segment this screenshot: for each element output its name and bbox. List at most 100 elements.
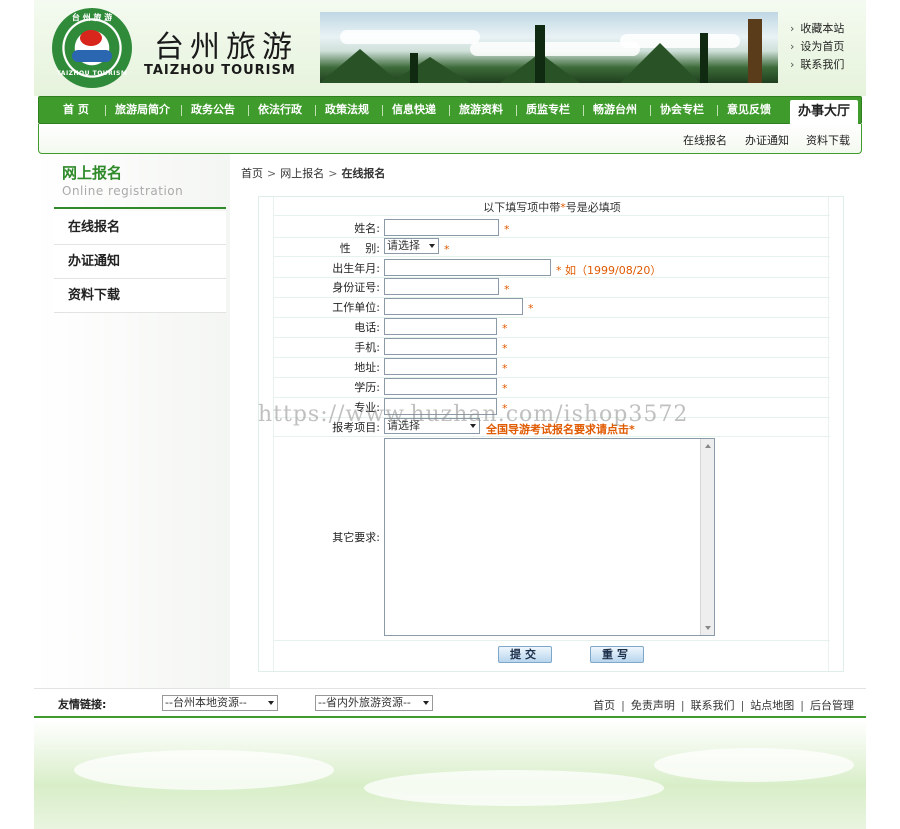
work-unit-input[interactable]: [384, 298, 523, 315]
row-divider: [274, 357, 830, 358]
nav-item-announcements[interactable]: 政务公告: [191, 97, 235, 123]
id-required-star: *: [504, 283, 510, 296]
row-divider: [274, 377, 830, 378]
top-link-contact[interactable]: 联系我们: [790, 56, 844, 74]
logo-ring-top-text: 台 州 旅 游: [71, 13, 113, 22]
gender-select-value: 请选择: [387, 239, 420, 252]
mobile-label: 手机:: [354, 341, 380, 354]
phone-input[interactable]: [384, 318, 497, 335]
phone-label: 电话:: [354, 321, 380, 334]
textarea-scrollbar[interactable]: [700, 439, 714, 635]
banner-tree: [748, 19, 762, 83]
local-resources-select-value: --台州本地资源--: [165, 696, 247, 709]
footer-link-disclaimer[interactable]: 免责声明: [631, 699, 675, 712]
footer-link-home[interactable]: 首页: [593, 699, 615, 712]
banner-tree: [410, 53, 418, 83]
birth-label: 出生年月:: [332, 262, 380, 275]
nav-item-bureau-intro[interactable]: 旅游局简介: [115, 97, 170, 123]
nav-item-service-hall-active[interactable]: 办事大厅: [789, 99, 859, 127]
brand-title-en: TAIZHOU TOURISM: [144, 63, 296, 78]
subnav-item-certificate-notice[interactable]: 办证通知: [745, 132, 789, 148]
birth-input[interactable]: [384, 259, 551, 276]
reset-button[interactable]: 重写: [590, 646, 644, 663]
nav-item-resources[interactable]: 旅游资料: [459, 97, 503, 123]
nav-separator: [717, 105, 718, 116]
footer-separator: |: [740, 699, 745, 712]
brand-title-cn: 台州旅游: [154, 30, 298, 65]
address-label: 地址:: [354, 361, 380, 374]
required-notice-text: 以下填写项中带: [483, 201, 561, 214]
banner-mountain: [390, 57, 470, 83]
breadcrumb-online-registration[interactable]: 网上报名: [280, 167, 324, 180]
subnav-item-online-registration[interactable]: 在线报名: [683, 132, 727, 148]
banner-tree: [700, 33, 708, 83]
chevron-down-icon: [268, 701, 274, 705]
row-divider: [274, 215, 830, 216]
footer-link-sitemap[interactable]: 站点地图: [750, 699, 794, 712]
required-notice: 以下填写项中带*号是必填项: [274, 199, 830, 215]
tourism-resources-select[interactable]: --省内外旅游资源--: [315, 695, 433, 711]
nav-item-news[interactable]: 信息快递: [392, 97, 436, 123]
address-input[interactable]: [384, 358, 497, 375]
scroll-down-icon[interactable]: [705, 626, 711, 630]
gender-required-star: *: [444, 243, 450, 256]
submit-button[interactable]: 提交: [498, 646, 552, 663]
nav-separator: [650, 105, 651, 116]
sidebar-item-certificate-notice[interactable]: 办证通知: [54, 245, 226, 279]
logo-ring-bottom-text: TAIZHOU TOURISM: [56, 70, 128, 77]
page-frame: 台 州 旅 游 TAIZHOU TOURISM 台州旅游 TAIZHOU TOU…: [34, 0, 866, 829]
footer-separator: |: [621, 699, 625, 712]
id-number-input[interactable]: [384, 278, 499, 295]
nav-item-law-admin[interactable]: 依法行政: [258, 97, 302, 123]
work-required-star: *: [528, 302, 534, 315]
scroll-up-icon[interactable]: [705, 444, 711, 448]
footer-cloud: [74, 750, 334, 790]
nav-separator: [181, 105, 182, 116]
name-required-star: *: [504, 223, 510, 236]
friend-links-label: 友情链接:: [58, 698, 107, 711]
gender-select[interactable]: 请选择: [384, 238, 439, 254]
nav-item-quality[interactable]: 质监专栏: [526, 97, 570, 123]
other-requirements-textarea[interactable]: [384, 438, 715, 636]
nav-separator: [248, 105, 249, 116]
site-logo[interactable]: 台 州 旅 游 TAIZHOU TOURISM: [52, 8, 132, 88]
nav-item-feedback[interactable]: 意见反馈: [727, 97, 771, 123]
nav-separator: [315, 105, 316, 116]
row-divider: [274, 277, 830, 278]
nav-item-tour-taizhou[interactable]: 畅游台州: [593, 97, 637, 123]
registration-form: 以下填写项中带*号是必填项 姓名: * 性 别: 请选择 * 出生年月: * 如…: [258, 196, 844, 672]
row-divider: [274, 436, 830, 437]
main-nav: 首 页 旅游局简介 政务公告 依法行政 政策法规 信息快递 旅游资料 质监专栏 …: [38, 96, 862, 127]
row-divider: [274, 337, 830, 338]
footer-background: [34, 720, 866, 829]
logo-wave-icon: [72, 50, 112, 62]
breadcrumb: 首页 > 网上报名 > 在线报名: [241, 165, 385, 181]
nav-item-home[interactable]: 首 页: [63, 97, 89, 123]
top-link-set-homepage[interactable]: 设为首页: [790, 38, 844, 56]
nav-item-association[interactable]: 协会专栏: [660, 97, 704, 123]
footer-cloud: [364, 770, 664, 806]
nav-separator: [105, 105, 106, 116]
mobile-input[interactable]: [384, 338, 497, 355]
nav-separator: [516, 105, 517, 116]
required-notice-text-end: 号是必填项: [565, 201, 621, 214]
breadcrumb-home[interactable]: 首页: [241, 167, 263, 180]
top-link-bookmark[interactable]: 收藏本站: [790, 20, 844, 38]
row-divider: [274, 256, 830, 257]
footer-link-admin[interactable]: 后台管理: [810, 699, 854, 712]
phone-required-star: *: [502, 322, 508, 335]
sidebar-item-downloads[interactable]: 资料下载: [54, 279, 226, 313]
breadcrumb-current: 在线报名: [341, 167, 386, 180]
address-required-star: *: [502, 362, 508, 375]
site-header: 台 州 旅 游 TAIZHOU TOURISM 台州旅游 TAIZHOU TOU…: [34, 0, 866, 96]
footer-link-contact[interactable]: 联系我们: [691, 699, 735, 712]
banner-mountain: [620, 43, 700, 83]
name-label: 姓名:: [354, 222, 380, 235]
education-input[interactable]: [384, 378, 497, 395]
name-input[interactable]: [384, 219, 499, 236]
header-banner-image: [320, 12, 778, 83]
sidebar-item-online-registration[interactable]: 在线报名: [54, 211, 226, 245]
nav-item-policies[interactable]: 政策法规: [325, 97, 369, 123]
local-resources-select[interactable]: --台州本地资源--: [162, 695, 278, 711]
subnav-item-downloads[interactable]: 资料下载: [806, 132, 850, 148]
